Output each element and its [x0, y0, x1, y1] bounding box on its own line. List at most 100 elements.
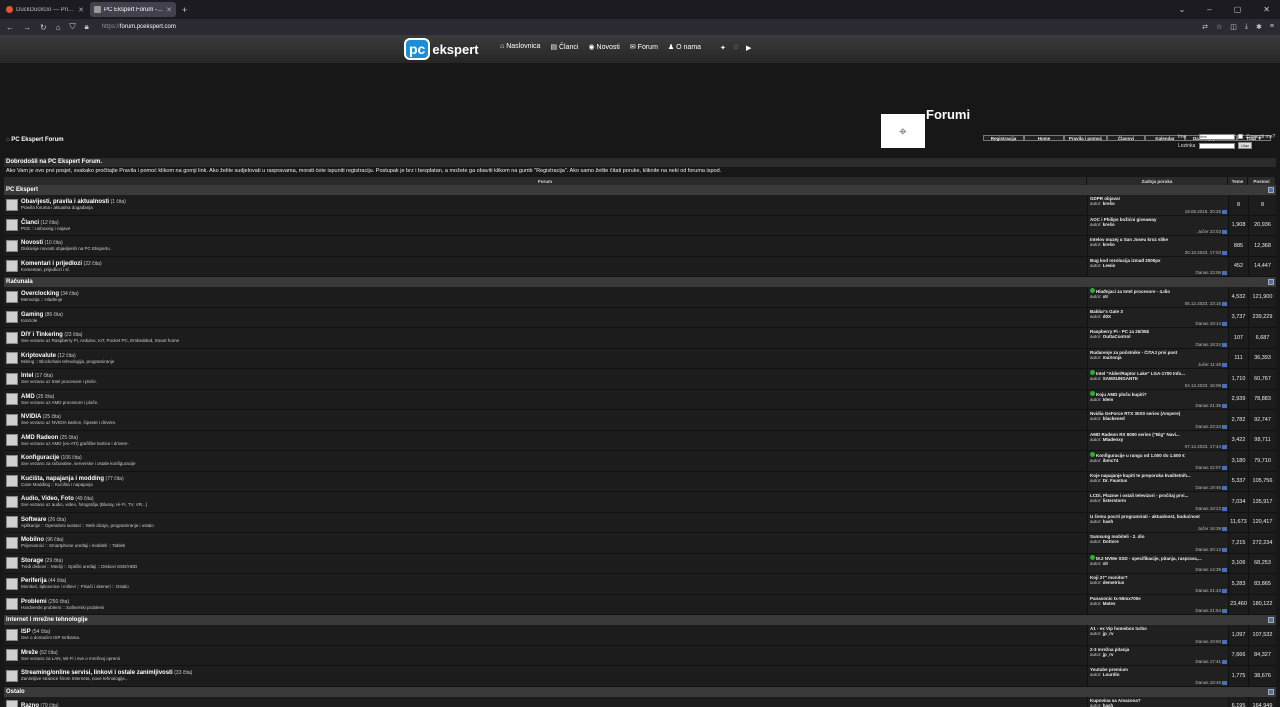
- tab-duckduckgo[interactable]: DuckDuckGo — Privacy, simplif✕: [2, 2, 88, 17]
- last-post-author[interactable]: xlr: [1103, 561, 1109, 566]
- last-post-author[interactable]: Idem: [1103, 397, 1114, 402]
- shield-icon[interactable]: ⛉: [70, 22, 76, 32]
- collapse-icon[interactable]: [1268, 688, 1274, 695]
- remember-me-checkbox[interactable]: [1238, 134, 1243, 139]
- go-to-post-icon[interactable]: [1222, 250, 1227, 255]
- category-title[interactable]: Računala: [6, 279, 33, 285]
- close-icon[interactable]: ✕: [78, 6, 84, 14]
- go-to-post-icon[interactable]: [1222, 363, 1227, 367]
- go-to-post-icon[interactable]: [1222, 527, 1227, 531]
- last-post-author[interactable]: demetrius: [1103, 580, 1125, 585]
- password-input[interactable]: [1199, 142, 1235, 149]
- go-to-post-icon[interactable]: [1222, 301, 1227, 306]
- last-post-author[interactable]: Lourdin: [1103, 672, 1120, 677]
- last-post-author[interactable]: SAMSUNGANTE: [1103, 376, 1138, 381]
- close-window-icon[interactable]: ✕: [1263, 5, 1270, 14]
- go-to-post-icon[interactable]: [1222, 609, 1227, 613]
- close-icon[interactable]: ✕: [166, 6, 172, 14]
- last-post-author[interactable]: jp_rv: [1103, 652, 1114, 657]
- extensions-icon[interactable]: ✱: [1256, 23, 1262, 31]
- minimize-icon[interactable]: –: [1207, 5, 1211, 14]
- category-title[interactable]: PC Ekspert: [6, 187, 38, 193]
- forward-icon[interactable]: →: [23, 23, 31, 32]
- last-post-author[interactable]: listerstorm: [1103, 498, 1126, 503]
- last-post-author[interactable]: Dr. Faustus: [1103, 478, 1128, 483]
- go-to-post-icon[interactable]: [1222, 404, 1227, 408]
- bookmark-star-icon[interactable]: ☆: [1216, 23, 1222, 31]
- go-to-post-icon[interactable]: [1222, 383, 1227, 388]
- last-post-author[interactable]: krešo: [1103, 201, 1115, 206]
- pocket-icon[interactable]: ◫: [1230, 23, 1237, 31]
- last-post-author[interactable]: Lewis: [1103, 263, 1116, 268]
- category-row[interactable]: PC Ekspert: [4, 185, 1276, 195]
- last-post-author[interactable]: blackened: [1103, 416, 1125, 421]
- rss-icon[interactable]: ◌: [734, 44, 738, 52]
- category-row[interactable]: Računala: [4, 277, 1276, 287]
- url-bar[interactable]: https://forum.pcekspert.com: [102, 24, 176, 30]
- last-post-title-text[interactable]: M.2 NVMe SSD - specifikacije, pitanja, r…: [1096, 556, 1202, 561]
- last-post-author[interactable]: jp_rv: [1103, 631, 1114, 636]
- collapse-icon[interactable]: [1268, 617, 1274, 623]
- last-post-author[interactable]: xlr: [1103, 294, 1109, 299]
- site-logo[interactable]: pc ekspert: [404, 38, 479, 60]
- forum-nav-item[interactable]: Pravila i pomoć: [1064, 135, 1107, 141]
- category-row[interactable]: Internet i mrežne tehnologije: [4, 615, 1276, 625]
- tab-pcekspert[interactable]: PC Ekspert Forum - Podupire vi✕: [90, 2, 176, 17]
- username-input[interactable]: [1199, 133, 1235, 140]
- last-post-author[interactable]: krešo: [1103, 222, 1115, 227]
- last-post-author[interactable]: Mladenxy: [1103, 437, 1124, 442]
- collapse-icon[interactable]: [1268, 187, 1274, 193]
- new-tab-button[interactable]: +: [182, 5, 187, 15]
- nav-novosti[interactable]: ◉ Novosti: [588, 43, 619, 51]
- twitter-icon[interactable]: ✦: [720, 44, 726, 52]
- go-to-post-icon[interactable]: [1222, 660, 1227, 664]
- go-to-post-icon[interactable]: [1222, 271, 1227, 275]
- category-title[interactable]: Ostalo: [6, 689, 25, 695]
- last-post-author[interactable]: Dottore: [1103, 539, 1119, 544]
- forum-nav-item[interactable]: Registracija: [983, 135, 1024, 141]
- menu-icon[interactable]: ≡: [1270, 23, 1274, 31]
- go-to-post-icon[interactable]: [1222, 547, 1227, 552]
- last-post-author[interactable]: hash: [1103, 703, 1114, 707]
- go-to-post-icon[interactable]: [1222, 322, 1227, 326]
- reload-icon[interactable]: ↻: [40, 23, 47, 32]
- go-to-post-icon[interactable]: [1222, 588, 1227, 593]
- login-button[interactable]: Ulaz: [1238, 142, 1253, 149]
- go-to-post-icon[interactable]: [1222, 230, 1227, 234]
- translate-icon[interactable]: ⇄: [1202, 23, 1208, 31]
- last-post-author[interactable]: maXonja: [1103, 355, 1122, 360]
- go-to-post-icon[interactable]: [1222, 486, 1227, 490]
- last-post-author[interactable]: hash: [1103, 519, 1114, 524]
- youtube-icon[interactable]: ▶: [746, 44, 751, 52]
- forum-nav-item[interactable]: Home: [1024, 135, 1064, 141]
- collapse-icon[interactable]: [1268, 279, 1274, 285]
- go-to-post-icon[interactable]: [1222, 445, 1227, 449]
- go-to-post-icon[interactable]: [1222, 506, 1227, 511]
- last-post-author[interactable]: Matex: [1103, 601, 1116, 606]
- nav-forum[interactable]: ✉ Forum: [630, 43, 658, 51]
- go-to-post-icon[interactable]: [1222, 465, 1227, 470]
- nav-o-nama[interactable]: ♟ O nama: [668, 43, 701, 51]
- maximize-icon[interactable]: ▢: [1234, 5, 1242, 14]
- last-post-author[interactable]: d0X: [1103, 314, 1111, 319]
- forum-nav-item[interactable]: Članovi: [1107, 135, 1145, 141]
- nav-naslovnica[interactable]: ⌂ Naslovnica: [500, 43, 540, 51]
- back-icon[interactable]: ←: [6, 23, 14, 32]
- go-to-post-icon[interactable]: [1222, 209, 1227, 214]
- category-title[interactable]: Internet i mrežne tehnologije: [6, 617, 88, 623]
- download-icon[interactable]: ⤓: [1245, 23, 1248, 31]
- last-post-author[interactable]: krešo: [1103, 242, 1115, 247]
- breadcrumb[interactable]: ⌂ PC Ekspert Forum: [6, 137, 64, 143]
- lock-icon[interactable]: 🔒︎: [85, 22, 89, 32]
- go-to-post-icon[interactable]: [1222, 639, 1227, 644]
- list-all-tabs-icon[interactable]: ⌄: [1179, 5, 1186, 14]
- nav-clanci[interactable]: ▤ Članci: [550, 43, 578, 51]
- go-to-post-icon[interactable]: [1222, 342, 1227, 347]
- forum-name-link[interactable]: Razno: [21, 703, 39, 707]
- home-icon[interactable]: ⌂: [56, 23, 61, 32]
- go-to-post-icon[interactable]: [1222, 568, 1227, 572]
- category-row[interactable]: Ostalo: [4, 686, 1276, 697]
- last-post-author[interactable]: OuttaControl: [1103, 334, 1131, 339]
- go-to-post-icon[interactable]: [1222, 424, 1227, 429]
- go-to-post-icon[interactable]: [1222, 680, 1227, 685]
